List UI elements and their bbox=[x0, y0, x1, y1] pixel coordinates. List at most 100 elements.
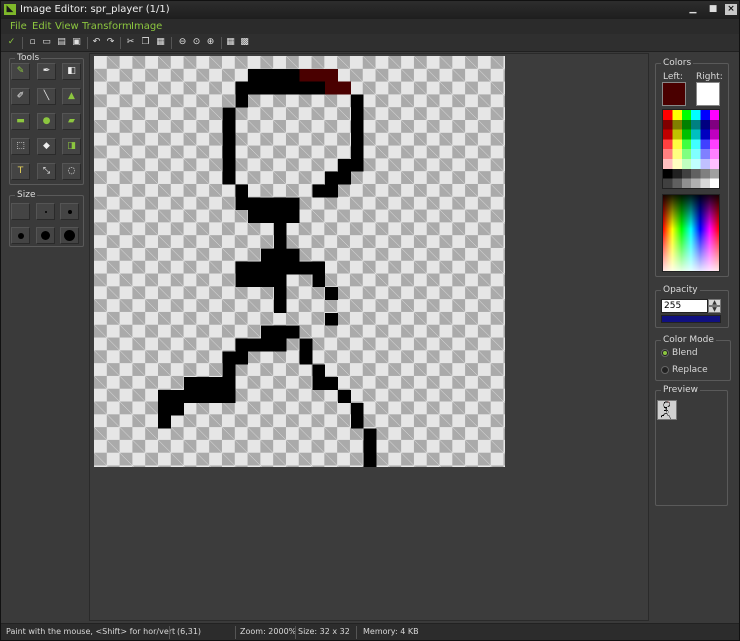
replace-radio[interactable] bbox=[661, 366, 669, 374]
size-2-button[interactable] bbox=[36, 203, 55, 220]
open-icon[interactable]: ▭ bbox=[41, 37, 52, 48]
copy-icon[interactable]: ❐ bbox=[140, 37, 151, 48]
menu-edit[interactable]: Edit bbox=[32, 21, 51, 32]
palette-swatch[interactable] bbox=[691, 159, 701, 169]
palette-swatch[interactable] bbox=[691, 129, 701, 140]
zoom-in-icon[interactable]: ⊕ bbox=[205, 37, 216, 48]
palette-swatch[interactable] bbox=[672, 139, 682, 150]
palette-swatch[interactable] bbox=[663, 168, 673, 179]
new-icon[interactable]: ▫ bbox=[27, 37, 38, 48]
palette-swatch[interactable] bbox=[681, 178, 692, 189]
size-6-button[interactable] bbox=[60, 227, 79, 244]
save-icon[interactable]: ▣ bbox=[71, 37, 82, 48]
palette-swatch[interactable] bbox=[681, 159, 692, 169]
opacity-slider[interactable] bbox=[661, 315, 721, 323]
size-1-button[interactable] bbox=[11, 203, 30, 220]
palette-swatch[interactable] bbox=[672, 119, 682, 130]
palette-swatch[interactable] bbox=[700, 129, 710, 140]
menu-image[interactable]: Image bbox=[131, 21, 162, 32]
palette-swatch[interactable] bbox=[681, 119, 692, 130]
redo-icon[interactable]: ↷ bbox=[105, 37, 116, 48]
palette-swatch[interactable] bbox=[700, 119, 710, 130]
palette-swatch[interactable] bbox=[681, 149, 692, 159]
grid-icon[interactable]: ▦ bbox=[225, 37, 236, 48]
palette-swatch[interactable] bbox=[700, 110, 710, 120]
canvas-area[interactable] bbox=[89, 53, 649, 621]
palette-swatch[interactable] bbox=[710, 159, 720, 169]
palette-swatch[interactable] bbox=[710, 168, 720, 179]
palette-swatch[interactable] bbox=[710, 110, 720, 120]
tool-rectangle[interactable]: ▬ bbox=[11, 113, 30, 130]
palette-swatch[interactable] bbox=[663, 139, 673, 150]
palette-swatch[interactable] bbox=[710, 119, 720, 130]
close-icon[interactable]: × bbox=[725, 4, 737, 15]
tool-eraser[interactable]: ◧ bbox=[62, 63, 81, 80]
tool-ellipse[interactable]: ● bbox=[37, 113, 56, 130]
palette-swatch[interactable] bbox=[672, 110, 682, 120]
maximize-icon[interactable]: ■ bbox=[707, 4, 719, 15]
size-3-button[interactable] bbox=[60, 203, 79, 220]
palette-swatch[interactable] bbox=[710, 129, 720, 140]
tool-line[interactable]: ╲ bbox=[37, 88, 56, 105]
palette-swatch[interactable] bbox=[663, 129, 673, 140]
palette-swatch[interactable] bbox=[691, 168, 701, 179]
tool-fill[interactable]: ◆ bbox=[37, 138, 56, 155]
left-color-swatch[interactable] bbox=[662, 82, 686, 106]
palette-swatch[interactable] bbox=[663, 110, 673, 120]
menu-file[interactable]: File bbox=[10, 21, 27, 32]
tool-select-rectangle[interactable]: ⬚ bbox=[11, 138, 30, 155]
title-bar[interactable]: ◣ Image Editor: spr_player (1/1) ▁ ■ × bbox=[1, 1, 739, 19]
palette-swatch[interactable] bbox=[681, 139, 692, 150]
opacity-input[interactable]: 255 bbox=[661, 299, 708, 313]
paste-icon[interactable]: ▦ bbox=[155, 37, 166, 48]
palette-swatch[interactable] bbox=[691, 119, 701, 130]
opacity-down-icon[interactable]: ▼ bbox=[708, 306, 721, 313]
palette-swatch[interactable] bbox=[672, 178, 682, 189]
palette-swatch[interactable] bbox=[700, 168, 710, 179]
import-icon[interactable]: ▤ bbox=[56, 37, 67, 48]
palette-swatch[interactable] bbox=[672, 149, 682, 159]
size-4-button[interactable] bbox=[11, 227, 30, 244]
tool-spray[interactable]: ✒ bbox=[37, 63, 56, 80]
tool-color-picker[interactable]: ✐ bbox=[11, 88, 30, 105]
sprite-canvas[interactable] bbox=[94, 56, 505, 467]
menu-transform[interactable]: Transform bbox=[82, 21, 132, 32]
palette-swatch[interactable] bbox=[710, 178, 720, 189]
minimize-icon[interactable]: ▁ bbox=[687, 4, 699, 15]
toggle-grid-icon[interactable]: ▩ bbox=[239, 37, 250, 48]
color-palette[interactable] bbox=[662, 109, 720, 189]
tool-polygon[interactable]: ▲ bbox=[62, 88, 81, 105]
color-spectrum[interactable] bbox=[662, 194, 720, 272]
palette-swatch[interactable] bbox=[681, 110, 692, 120]
zoom-out-icon[interactable]: ⊖ bbox=[177, 37, 188, 48]
palette-swatch[interactable] bbox=[691, 110, 701, 120]
palette-swatch[interactable] bbox=[700, 139, 710, 150]
palette-swatch[interactable] bbox=[672, 129, 682, 140]
palette-swatch[interactable] bbox=[700, 159, 710, 169]
tool-change-color[interactable]: ⤡ bbox=[37, 163, 56, 180]
palette-swatch[interactable] bbox=[663, 149, 673, 159]
palette-swatch[interactable] bbox=[672, 159, 682, 169]
palette-swatch[interactable] bbox=[691, 139, 701, 150]
palette-swatch[interactable] bbox=[691, 149, 701, 159]
cut-icon[interactable]: ✂ bbox=[125, 37, 136, 48]
palette-swatch[interactable] bbox=[710, 149, 720, 159]
palette-swatch[interactable] bbox=[710, 139, 720, 150]
palette-swatch[interactable] bbox=[700, 178, 710, 189]
tool-rounded-rectangle[interactable]: ▰ bbox=[62, 113, 81, 130]
menu-view[interactable]: View bbox=[55, 21, 79, 32]
size-5-button[interactable] bbox=[36, 227, 55, 244]
zoom-reset-icon[interactable]: ⊙ bbox=[191, 37, 202, 48]
tool-select-region[interactable]: ◨ bbox=[62, 138, 81, 155]
palette-swatch[interactable] bbox=[663, 159, 673, 169]
palette-swatch[interactable] bbox=[672, 168, 682, 179]
blend-radio[interactable] bbox=[661, 349, 669, 357]
right-color-swatch[interactable] bbox=[696, 82, 720, 106]
tool-text[interactable]: T bbox=[11, 163, 30, 180]
palette-swatch[interactable] bbox=[700, 149, 710, 159]
undo-icon[interactable]: ↶ bbox=[91, 37, 102, 48]
tool-pencil[interactable]: ✎ bbox=[11, 63, 30, 80]
palette-swatch[interactable] bbox=[663, 119, 673, 130]
palette-swatch[interactable] bbox=[681, 129, 692, 140]
tool-magic-wand[interactable]: ◌ bbox=[62, 163, 81, 180]
